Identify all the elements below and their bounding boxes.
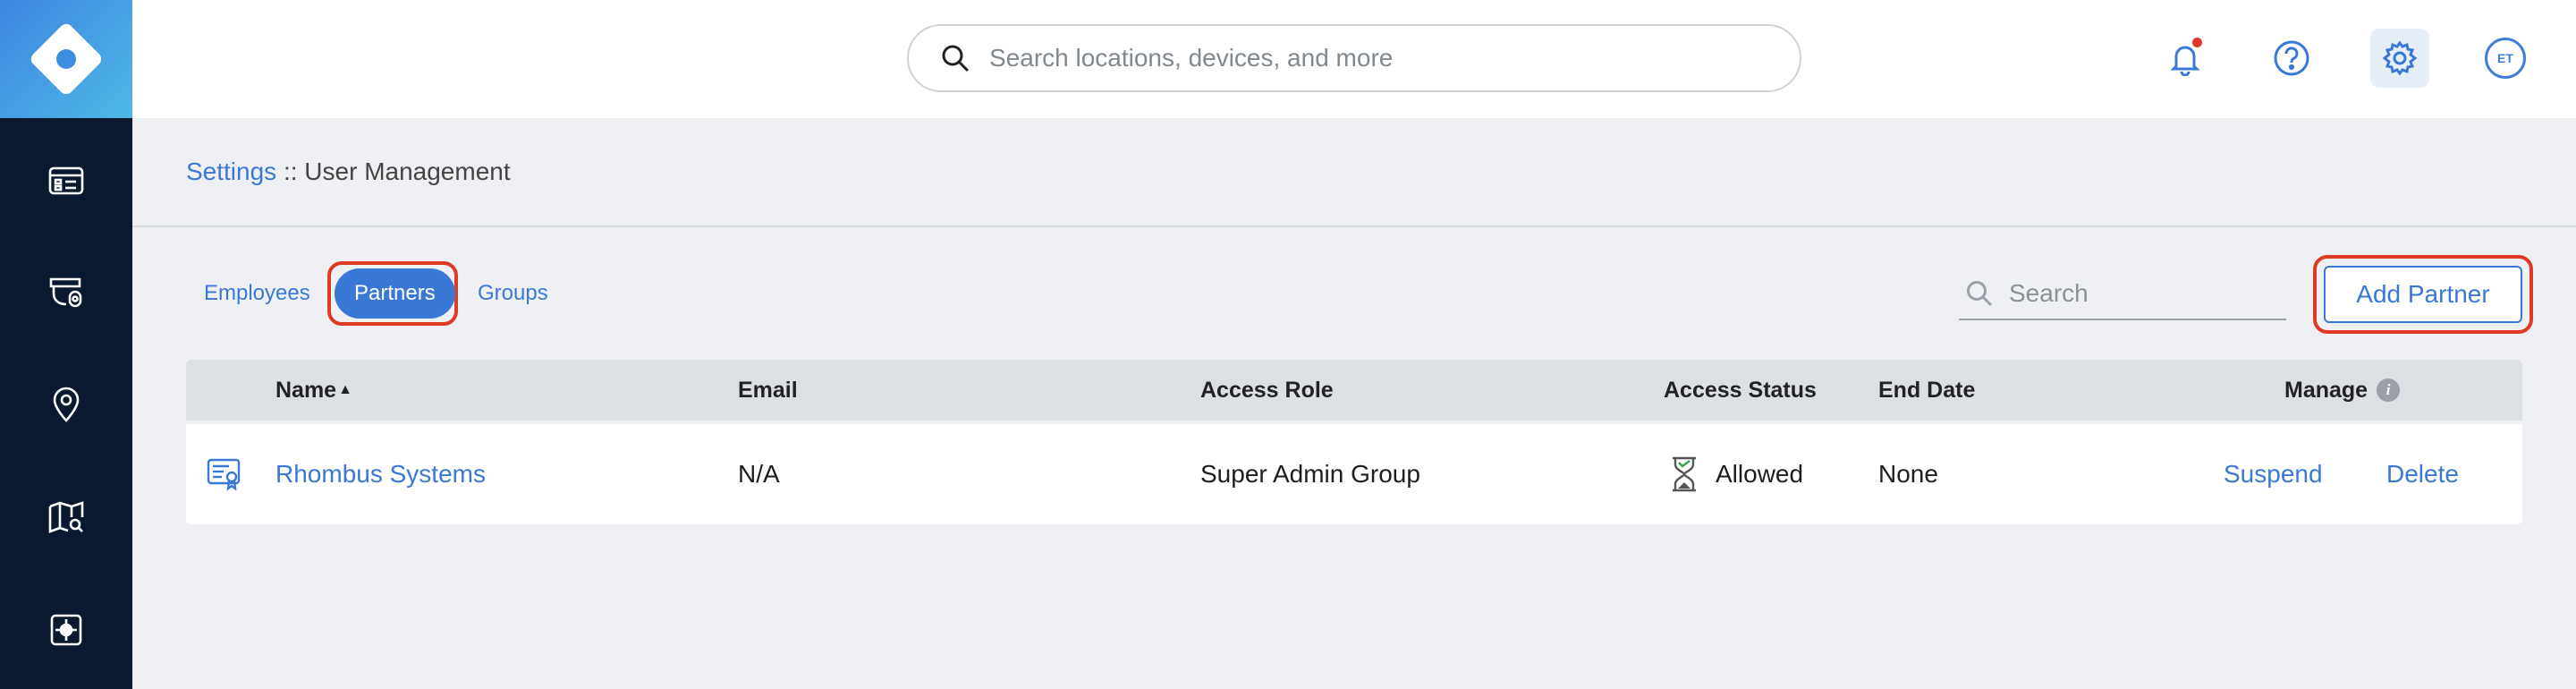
partner-type-cell bbox=[206, 424, 243, 524]
help-icon bbox=[2274, 40, 2309, 76]
sidebar-item-locations[interactable] bbox=[0, 360, 132, 449]
top-bar: ET bbox=[132, 0, 2576, 118]
global-search[interactable] bbox=[907, 24, 1801, 92]
partner-name-link[interactable]: Rhombus Systems bbox=[275, 424, 486, 524]
help-button[interactable] bbox=[2262, 29, 2321, 88]
sidebar-item-cameras[interactable] bbox=[0, 247, 132, 336]
column-header-manage-label: Manage bbox=[2284, 377, 2368, 403]
logo-icon bbox=[30, 23, 102, 95]
breadcrumb-separator: :: bbox=[276, 157, 305, 185]
tab-partners[interactable]: Partners bbox=[335, 268, 455, 319]
global-search-input[interactable] bbox=[989, 44, 1776, 72]
tab-groups[interactable]: Groups bbox=[478, 268, 548, 319]
location-pin-icon bbox=[53, 387, 80, 422]
column-header-manage: Manage i bbox=[2284, 360, 2401, 421]
breadcrumb-current: User Management bbox=[304, 157, 511, 185]
app-logo[interactable] bbox=[0, 0, 132, 118]
map-search-icon bbox=[48, 501, 84, 533]
column-header-end-date: End Date bbox=[1878, 377, 1976, 403]
dashboard-icon bbox=[48, 166, 84, 195]
table-search-input[interactable] bbox=[2009, 279, 2277, 308]
table-header: Name ▲ Email Access Role Access Status En… bbox=[186, 360, 2522, 421]
hourglass-icon bbox=[1673, 456, 1696, 492]
info-icon[interactable]: i bbox=[2377, 379, 2401, 402]
delete-button[interactable]: Delete bbox=[2386, 424, 2459, 524]
suspend-button[interactable]: Suspend bbox=[2224, 424, 2323, 524]
column-header-access-role: Access Role bbox=[1200, 377, 1334, 403]
sort-ascending-icon: ▲ bbox=[338, 382, 352, 397]
breadcrumb: Settings :: User Management bbox=[186, 157, 511, 186]
avatar: ET bbox=[2485, 38, 2526, 79]
tab-employees[interactable]: Employees bbox=[204, 268, 310, 319]
sidebar bbox=[0, 0, 132, 689]
sidebar-item-integrations[interactable] bbox=[0, 585, 132, 675]
camera-icon bbox=[49, 277, 82, 308]
notifications-button[interactable] bbox=[2156, 29, 2215, 88]
partner-end-date: None bbox=[1878, 460, 1938, 488]
partner-access-role: Super Admin Group bbox=[1200, 460, 1420, 488]
table-search[interactable] bbox=[1959, 268, 2286, 320]
access-status-label: Allowed bbox=[1716, 460, 1804, 488]
gear-icon bbox=[2382, 40, 2418, 76]
sidebar-item-maps[interactable] bbox=[0, 472, 132, 562]
search-icon bbox=[942, 45, 970, 72]
sidebar-item-dashboard[interactable] bbox=[0, 136, 132, 225]
partner-access-status: Allowed bbox=[1669, 424, 1803, 524]
column-header-email: Email bbox=[738, 377, 798, 403]
notification-badge bbox=[2192, 38, 2202, 47]
partner-email: N/A bbox=[738, 460, 780, 488]
breadcrumb-settings-link[interactable]: Settings bbox=[186, 157, 276, 185]
user-menu-button[interactable]: ET bbox=[2476, 29, 2535, 88]
table-row: Rhombus Systems N/A Super Admin Group Al… bbox=[186, 424, 2522, 524]
header-divider bbox=[132, 225, 2576, 227]
certificate-icon bbox=[207, 458, 241, 491]
column-header-name[interactable]: Name ▲ bbox=[275, 360, 352, 421]
integrations-icon bbox=[50, 614, 82, 646]
column-header-access-status: Access Status bbox=[1664, 377, 1817, 403]
add-partner-button[interactable]: Add Partner bbox=[2324, 266, 2522, 323]
search-icon bbox=[1967, 281, 1993, 307]
settings-button[interactable] bbox=[2370, 29, 2429, 88]
column-header-name-label: Name bbox=[275, 377, 337, 403]
